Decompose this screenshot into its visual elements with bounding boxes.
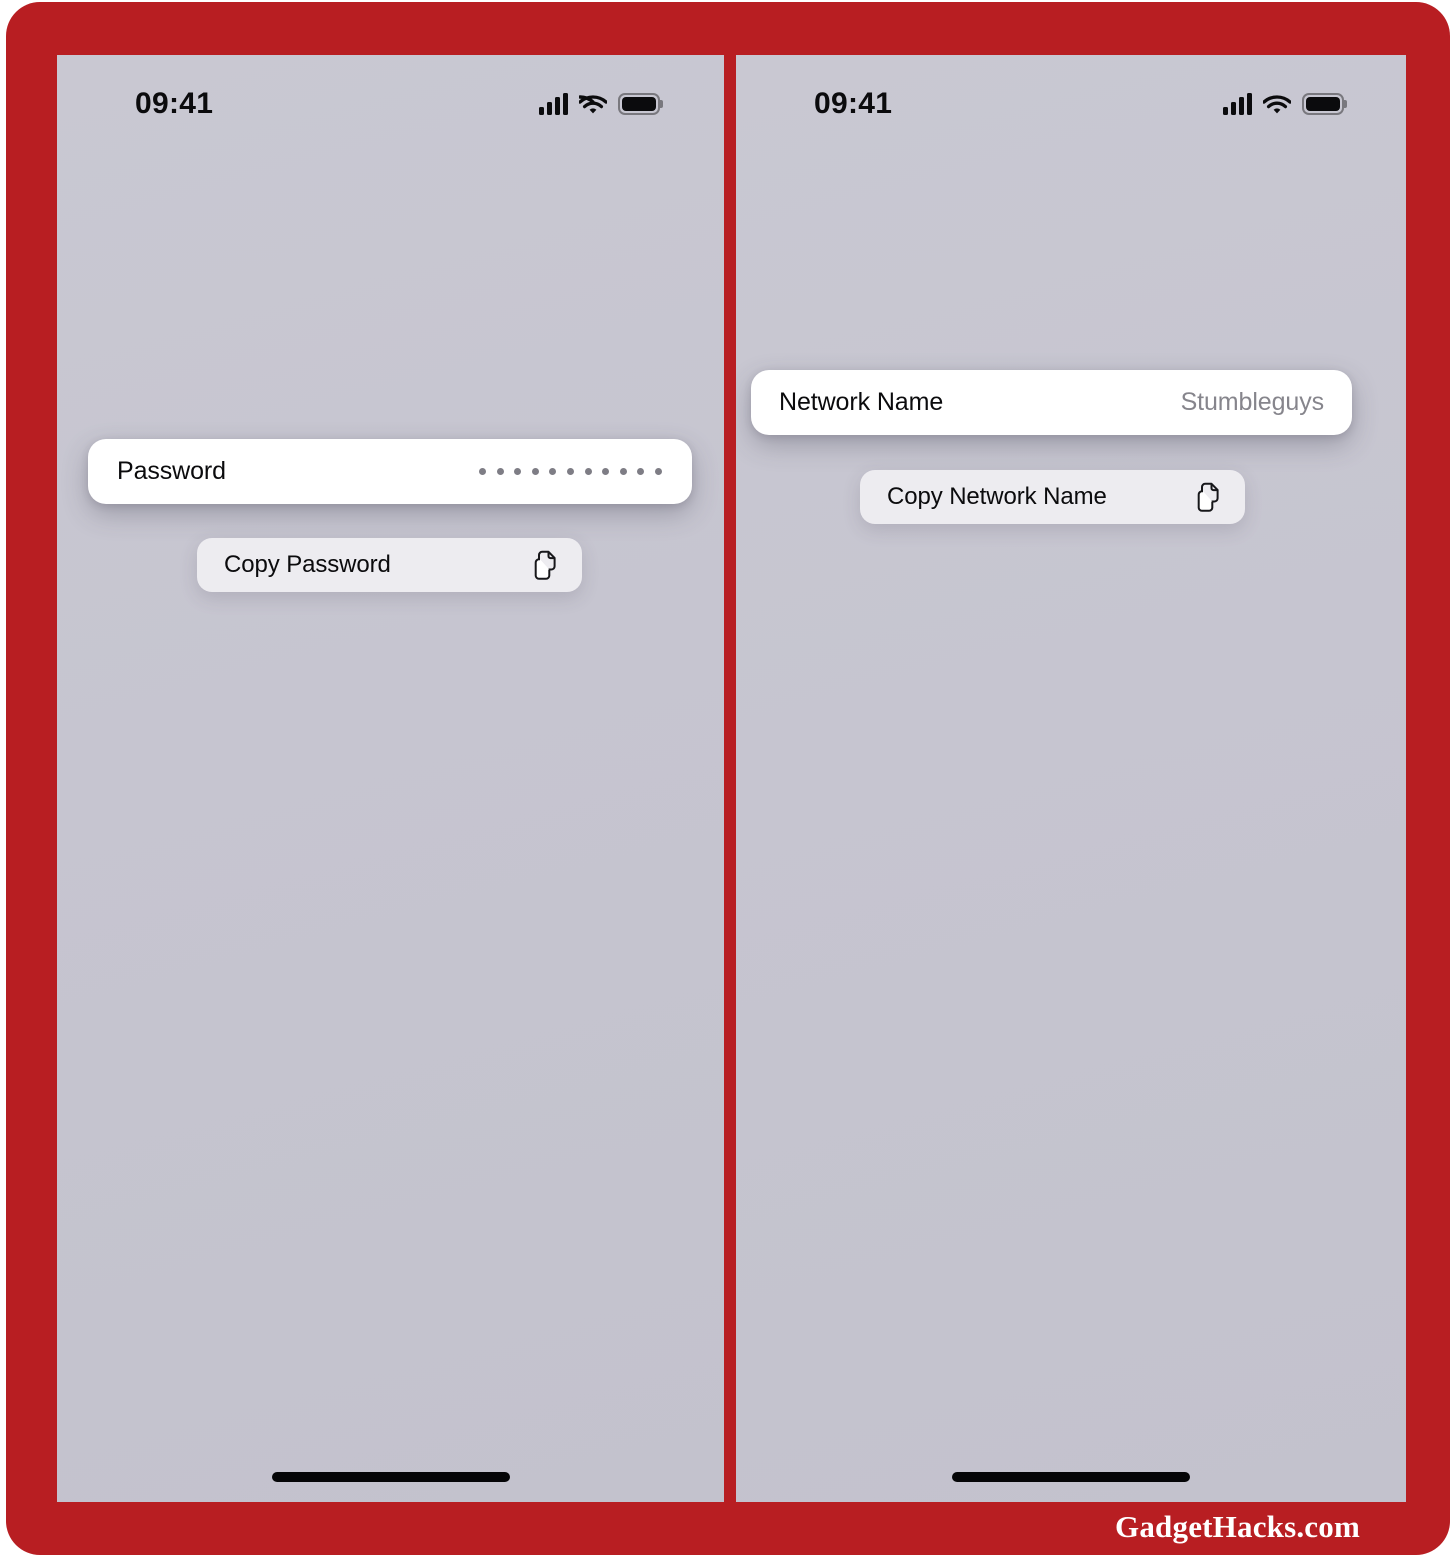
copy-icon: [534, 550, 556, 580]
home-indicator: [952, 1472, 1190, 1482]
password-panel: 09:41 Password Copy Password: [57, 55, 724, 1502]
status-bar: 09:41: [736, 83, 1406, 125]
network-name-row-label: Network Name: [779, 388, 944, 416]
copy-network-name-label: Copy Network Name: [887, 483, 1107, 510]
password-detail-row[interactable]: Password: [88, 439, 692, 504]
network-name-panel: 09:41 Network Name Stumbleguys Copy Netw…: [736, 55, 1406, 1502]
status-bar-time: 09:41: [814, 87, 893, 120]
wifi-icon: [579, 94, 607, 113]
cellular-icon: [1223, 93, 1252, 115]
screenshot-pair: 09:41 Password Copy Password 09:41 Netwo…: [57, 55, 1406, 1502]
network-name-row-value: Stumbleguys: [1180, 388, 1325, 416]
network-name-detail-row[interactable]: Network Name Stumbleguys: [751, 370, 1352, 435]
panel-divider: [724, 55, 736, 1502]
battery-icon: [1302, 93, 1347, 115]
status-bar-icons: [1223, 93, 1347, 115]
status-bar-time: 09:41: [135, 87, 214, 120]
status-bar: 09:41: [57, 83, 724, 125]
copy-network-name-button[interactable]: Copy Network Name: [860, 470, 1245, 524]
cellular-icon: [539, 93, 568, 115]
red-background-frame: 09:41 Password Copy Password 09:41 Netwo…: [6, 2, 1450, 1555]
password-row-label: Password: [117, 457, 226, 485]
wifi-icon: [1263, 94, 1291, 113]
watermark: GadgetHacks.com: [1115, 1509, 1360, 1544]
home-indicator: [271, 1472, 510, 1482]
status-bar-icons: [539, 93, 663, 115]
copy-password-button[interactable]: Copy Password: [197, 538, 582, 592]
copy-icon: [1197, 482, 1219, 512]
copy-password-label: Copy Password: [224, 551, 391, 578]
battery-icon: [618, 93, 663, 115]
masked-password-value: [479, 468, 662, 475]
